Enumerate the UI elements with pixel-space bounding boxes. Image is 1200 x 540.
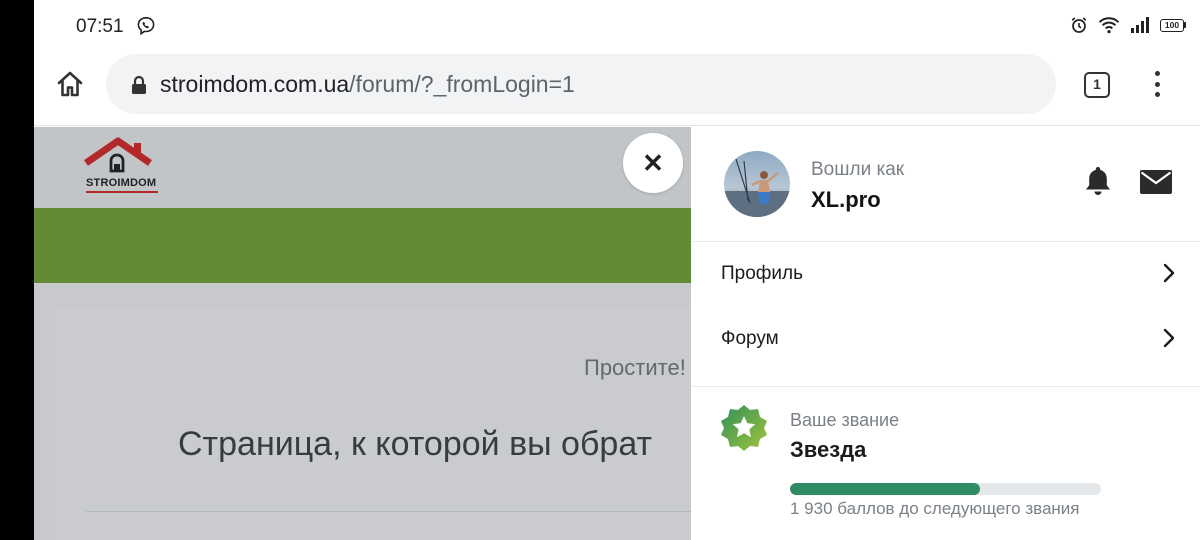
- wifi-icon: [1098, 17, 1120, 34]
- phone-screen: 07:51 100 stroimdom.com.ua/forum/?_fromL…: [34, 0, 1200, 540]
- menu-item-profile[interactable]: Профиль: [691, 242, 1200, 306]
- rank-progress-fill: [790, 483, 980, 495]
- avatar-photo: [724, 151, 790, 217]
- alarm-icon: [1071, 17, 1087, 33]
- points-to-next-rank: 1 930 баллов до следующего звания: [790, 499, 1080, 518]
- more-vert-icon: [1154, 71, 1160, 76]
- browser-menu-button[interactable]: [1144, 68, 1170, 100]
- url-domain: stroimdom.com.ua: [160, 71, 350, 97]
- menu-item-label: Форум: [721, 328, 779, 349]
- battery-icon: 100: [1160, 18, 1186, 32]
- address-bar[interactable]: stroimdom.com.ua/forum/?_fromLogin=1: [106, 54, 1056, 114]
- status-icons: 100: [1070, 16, 1186, 34]
- url-text[interactable]: stroimdom.com.ua/forum/?_fromLogin=1: [160, 71, 575, 98]
- username[interactable]: XL.pro: [811, 187, 881, 213]
- close-panel-button[interactable]: ✕: [623, 133, 683, 193]
- tab-switcher-button[interactable]: 1: [1084, 72, 1110, 98]
- mail-icon[interactable]: [1140, 169, 1172, 195]
- logged-in-as-label: Вошли как: [811, 159, 905, 180]
- chevron-right-icon: [1163, 263, 1175, 283]
- account-panel: Вошли как XL.pro Профиль Форум Ваше зван…: [691, 127, 1200, 540]
- status-bar: 07:51 100: [34, 0, 1200, 52]
- home-button[interactable]: [52, 66, 88, 102]
- status-time: 07:51: [76, 16, 124, 37]
- chevron-right-icon: [1163, 328, 1175, 348]
- panel-divider: [691, 386, 1200, 387]
- menu-item-label: Профиль: [721, 263, 804, 284]
- browser-toolbar: stroimdom.com.ua/forum/?_fromLogin=1 1: [34, 52, 1200, 126]
- close-icon: ✕: [642, 148, 664, 178]
- rank-progress-bar: [790, 483, 1101, 495]
- rank-label: Ваше звание: [790, 410, 900, 430]
- bell-icon[interactable]: [1083, 165, 1113, 197]
- rank-name: Звезда: [790, 437, 867, 462]
- url-path: /forum/?_fromLogin=1: [349, 71, 575, 97]
- rank-star-icon: [721, 405, 767, 451]
- viber-icon: [137, 16, 155, 36]
- menu-item-forum[interactable]: Форум: [691, 307, 1200, 371]
- home-icon: [57, 71, 83, 97]
- battery-level: 100: [1160, 18, 1184, 32]
- lock-icon[interactable]: [130, 75, 148, 95]
- signal-icon: [1131, 17, 1149, 33]
- avatar[interactable]: [724, 151, 790, 217]
